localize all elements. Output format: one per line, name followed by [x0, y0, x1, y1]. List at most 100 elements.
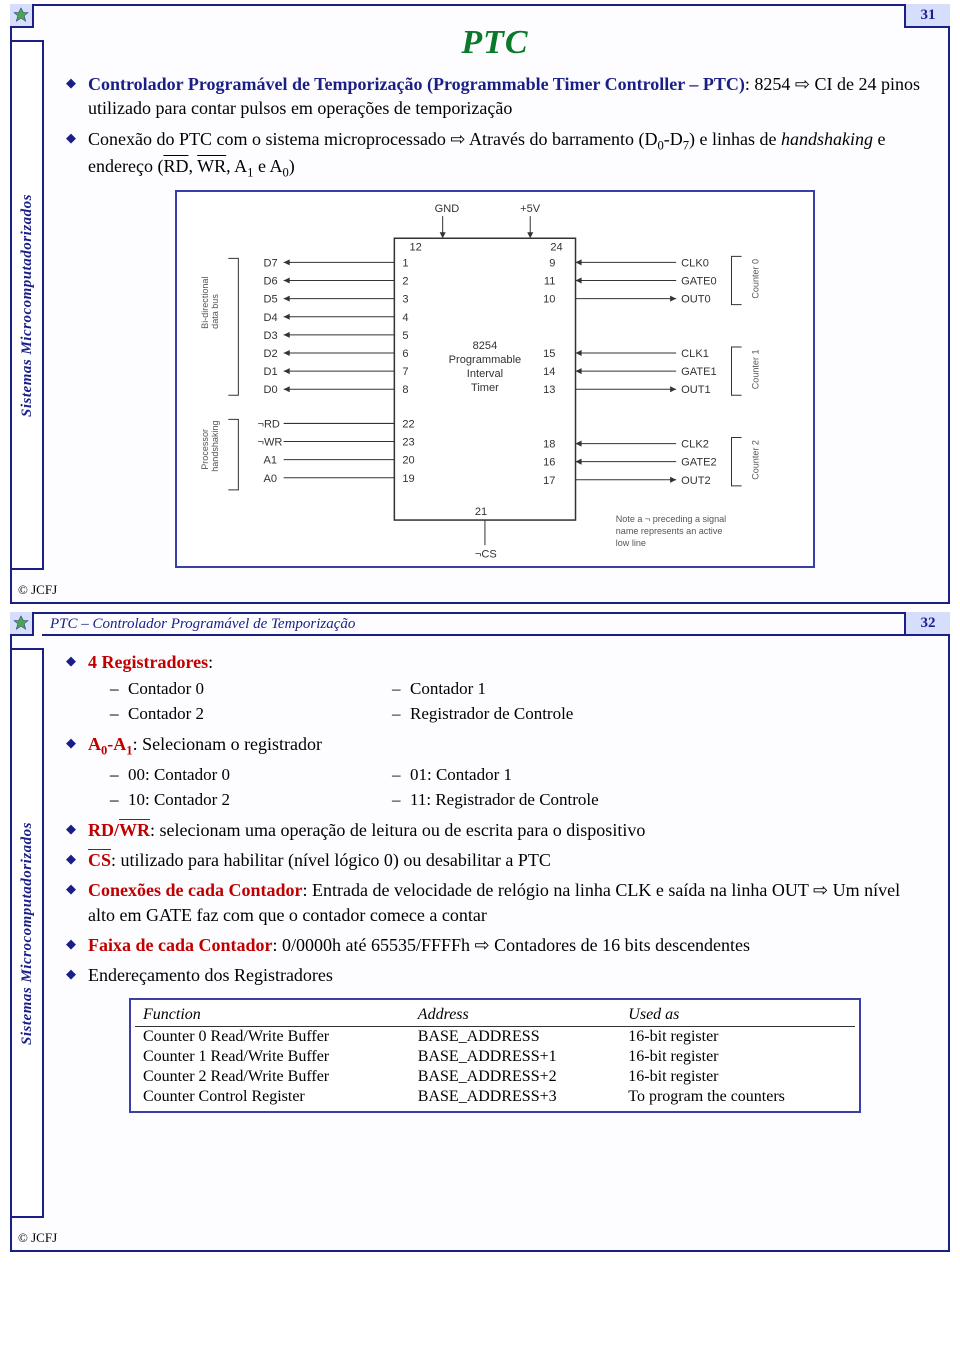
- table-row: Counter Control Register BASE_ADDRESS+3 …: [135, 1087, 855, 1107]
- svg-text:A0: A0: [264, 473, 278, 485]
- register-table: Function Address Used as Counter 0 Read/…: [129, 998, 861, 1113]
- svg-text:D5: D5: [264, 293, 278, 305]
- svg-text:22: 22: [402, 418, 414, 430]
- td-u1: 16-bit register: [620, 1047, 855, 1067]
- table-row: Counter 2 Read/Write Buffer BASE_ADDRESS…: [135, 1067, 855, 1087]
- s3b: 01: Contador 1: [392, 764, 512, 787]
- svg-text:Counter 1: Counter 1: [751, 349, 761, 389]
- s2a: Contador 2: [110, 703, 328, 726]
- pin-24: 24: [550, 241, 562, 253]
- bullet-registradores: 4 Registradores: Contador 0 Contador 1 C…: [66, 650, 928, 726]
- svg-text:OUT0: OUT0: [681, 293, 711, 305]
- td-f2: Counter 2 Read/Write Buffer: [135, 1067, 410, 1087]
- b2-b: -D: [664, 129, 683, 149]
- chip-l3: Interval: [467, 368, 503, 380]
- svg-text:¬WR: ¬WR: [257, 436, 282, 448]
- vcc-label: +5V: [520, 203, 541, 215]
- svg-text:CLK2: CLK2: [681, 438, 709, 450]
- td-a0: BASE_ADDRESS: [410, 1026, 621, 1047]
- svg-text:19: 19: [402, 473, 414, 485]
- b1-head: 4 Registradores: [88, 652, 208, 672]
- bullet-rdwr: RD/WR: selecionam uma operação de leitur…: [66, 818, 928, 842]
- svg-text:23: 23: [402, 436, 414, 448]
- b6-head: Faixa de cada Contador: [88, 935, 273, 955]
- svg-text:9: 9: [549, 257, 555, 269]
- svg-text:D2: D2: [264, 348, 278, 360]
- page-number: 31: [904, 4, 950, 28]
- th-function: Function: [135, 1004, 410, 1027]
- svg-text:CLK0: CLK0: [681, 257, 709, 269]
- td-u0: 16-bit register: [620, 1026, 855, 1047]
- s1b: Contador 1: [392, 678, 486, 701]
- sidebar-label: Sistemas Microcomputadorizados: [19, 822, 36, 1045]
- svg-text:18: 18: [543, 438, 555, 450]
- pinout-diagram: GND +5V 12 24 8254 Programmable Interval…: [175, 190, 815, 568]
- svg-text:17: 17: [543, 475, 555, 487]
- bullet-cs: CS: utilizado para habilitar (nível lógi…: [66, 848, 928, 872]
- svg-text:20: 20: [402, 454, 414, 466]
- bullet-1: Controlador Programável de Temporização …: [66, 72, 928, 121]
- svg-text:5: 5: [402, 330, 408, 342]
- s2b: Registrador de Controle: [392, 703, 573, 726]
- svg-text:OUT2: OUT2: [681, 475, 711, 487]
- sub-row-3: 00: Contador 0 01: Contador 1: [110, 764, 928, 787]
- td-u3: To program the counters: [620, 1087, 855, 1107]
- svg-text:D7: D7: [264, 257, 278, 269]
- s3a: 00: Contador 0: [110, 764, 328, 787]
- table-row: Counter 1 Read/Write Buffer BASE_ADDRESS…: [135, 1047, 855, 1067]
- sidebar: Sistemas Microcomputadorizados: [12, 648, 44, 1218]
- s4a: 10: Contador 2: [110, 789, 328, 812]
- corner-icon: [10, 612, 34, 636]
- left-proc: Processor: [200, 429, 210, 470]
- td-f1: Counter 1 Read/Write Buffer: [135, 1047, 410, 1067]
- svg-text:GATE2: GATE2: [681, 456, 716, 468]
- b4-tail: : utilizado para habilitar (nível lógico…: [111, 850, 551, 870]
- b2-g: e A: [253, 156, 282, 176]
- gnd-label: GND: [435, 203, 460, 215]
- bullet-conexoes: Conexões de cada Contador: Entrada de ve…: [66, 878, 928, 927]
- td-f3: Counter Control Register: [135, 1087, 410, 1107]
- chip-l4: Timer: [471, 382, 499, 394]
- slide-31: 31 Sistemas Microcomputadorizados © JCFJ…: [10, 4, 950, 604]
- b2-wr: WR: [197, 156, 226, 176]
- b2-c: ) e linhas de: [689, 129, 781, 149]
- svg-text:15: 15: [543, 348, 555, 360]
- note-2: name represents an active: [616, 526, 723, 536]
- slide-title: PTC: [62, 24, 928, 62]
- td-f0: Counter 0 Read/Write Buffer: [135, 1026, 410, 1047]
- slide-content: PTC Controlador Programável de Temporiza…: [62, 24, 928, 594]
- bullet-1-head: Controlador Programável de Temporização …: [88, 74, 745, 94]
- svg-text:11: 11: [544, 275, 555, 287]
- b5-head: Conexões de cada Contador: [88, 880, 303, 900]
- svg-text:D3: D3: [264, 330, 278, 342]
- b2-a: Conexão do PTC com o sistema microproces…: [88, 129, 657, 149]
- td-a3: BASE_ADDRESS+3: [410, 1087, 621, 1107]
- svg-text:10: 10: [543, 293, 555, 305]
- svg-text:Counter 2: Counter 2: [751, 440, 761, 480]
- svg-text:4: 4: [402, 312, 408, 324]
- b1-colon: :: [208, 652, 213, 672]
- corner-icon: [10, 4, 34, 28]
- footer: © JCFJ: [18, 1230, 57, 1246]
- b6-tail: : 0/0000h até 65535/FFFFh ⇨ Contadores d…: [273, 935, 751, 955]
- svg-text:7: 7: [402, 366, 408, 378]
- chip-l2: Programmable: [449, 354, 522, 366]
- b2-h: ): [289, 156, 295, 176]
- td-a1: BASE_ADDRESS+1: [410, 1047, 621, 1067]
- left-bidir: Bi-directional: [200, 276, 210, 328]
- td-a2: BASE_ADDRESS+2: [410, 1067, 621, 1087]
- td-u2: 16-bit register: [620, 1067, 855, 1087]
- chip-l1: 8254: [473, 340, 498, 352]
- s1a: Contador 0: [110, 678, 328, 701]
- page-number: 32: [904, 612, 950, 636]
- b2-e: ,: [188, 156, 197, 176]
- b4-cs: CS: [88, 850, 111, 870]
- sub-row-2: Contador 2 Registrador de Controle: [110, 703, 928, 726]
- svg-text:OUT1: OUT1: [681, 384, 711, 396]
- svg-text:1: 1: [402, 257, 408, 269]
- svg-text:13: 13: [543, 384, 555, 396]
- note-3: low line: [616, 538, 646, 548]
- slide-32: PTC – Controlador Programável de Tempori…: [10, 612, 950, 1252]
- svg-text:8: 8: [402, 384, 408, 396]
- th-used: Used as: [620, 1004, 855, 1027]
